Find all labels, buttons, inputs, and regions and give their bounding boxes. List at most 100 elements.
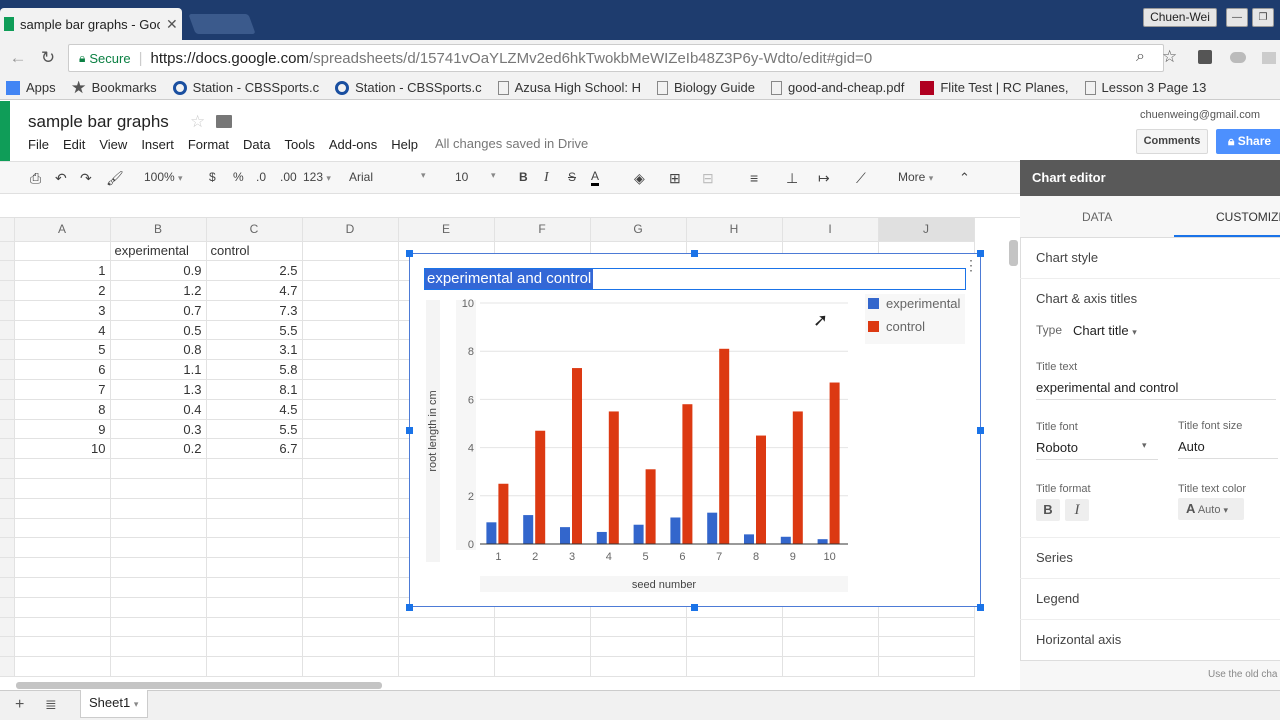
cell[interactable] xyxy=(302,300,399,321)
cell[interactable] xyxy=(206,597,303,618)
cell[interactable] xyxy=(782,636,879,658)
menu-data[interactable]: Data xyxy=(243,137,270,152)
tab-data[interactable]: DATA xyxy=(1082,210,1112,224)
more-button[interactable]: More ▾ xyxy=(898,170,933,184)
cell[interactable]: 3 xyxy=(14,300,111,321)
cell[interactable]: 0.8 xyxy=(110,339,207,361)
menu-help[interactable]: Help xyxy=(391,137,418,152)
section-series[interactable]: Series xyxy=(1036,550,1073,565)
row-header[interactable] xyxy=(0,438,15,460)
horizontal-align-icon[interactable]: ≡ xyxy=(750,170,758,186)
title-text-color-select[interactable]: A Auto ▾ xyxy=(1178,498,1244,520)
cell[interactable] xyxy=(14,577,111,598)
row-header[interactable] xyxy=(0,656,15,678)
row-header[interactable] xyxy=(0,379,15,400)
bold-button[interactable]: B xyxy=(519,170,528,184)
strikethrough-button[interactable]: S xyxy=(568,170,576,184)
redo-icon[interactable]: ↷ xyxy=(80,170,92,187)
more-formats-select[interactable]: 123 ▾ xyxy=(303,170,331,184)
cell[interactable]: 7.3 xyxy=(206,300,303,321)
cell[interactable] xyxy=(302,597,399,618)
folder-icon[interactable] xyxy=(216,115,232,128)
cell[interactable] xyxy=(302,458,399,480)
column-header[interactable]: A xyxy=(14,218,111,242)
cell[interactable] xyxy=(686,656,783,678)
resize-handle[interactable] xyxy=(406,250,413,257)
cell[interactable] xyxy=(878,636,975,658)
cell[interactable] xyxy=(206,636,303,658)
title-font-size-select[interactable]: Auto xyxy=(1178,439,1278,459)
cell[interactable]: 9 xyxy=(14,419,111,440)
column-header[interactable]: C xyxy=(206,218,303,242)
back-icon[interactable]: ← xyxy=(8,48,28,68)
cell[interactable] xyxy=(206,617,303,638)
cell[interactable] xyxy=(398,656,495,678)
all-sheets-icon[interactable]: ≣ xyxy=(45,696,57,713)
document-title[interactable]: sample bar graphs xyxy=(28,112,169,132)
cell[interactable] xyxy=(110,577,207,598)
cell[interactable] xyxy=(14,478,111,499)
row-header[interactable] xyxy=(0,617,15,638)
cell[interactable] xyxy=(206,537,303,559)
merge-cells-icon[interactable]: ⊟ xyxy=(702,170,714,187)
vertical-align-icon[interactable]: ⊥ xyxy=(786,170,798,187)
cell[interactable]: 5.5 xyxy=(206,419,303,440)
bookmark-item[interactable]: Station - CBSSports.c xyxy=(335,80,482,95)
cell[interactable] xyxy=(782,656,879,678)
cell[interactable] xyxy=(206,478,303,499)
cell[interactable] xyxy=(110,518,207,539)
extension-icon[interactable] xyxy=(1262,52,1276,64)
old-chart-editor-link[interactable]: Use the old cha xyxy=(1208,669,1278,680)
cell[interactable] xyxy=(110,656,207,678)
save-status[interactable]: All changes saved in Drive xyxy=(435,136,588,151)
cell[interactable]: 4.5 xyxy=(206,399,303,420)
bookmark-star-icon[interactable]: ☆ xyxy=(1162,47,1177,67)
menu-addons[interactable]: Add-ons xyxy=(329,137,377,152)
bookmark-item[interactable]: Station - CBSSports.c xyxy=(172,80,319,95)
cell[interactable] xyxy=(302,617,399,638)
comments-button[interactable]: Comments xyxy=(1136,129,1208,154)
cell[interactable] xyxy=(302,280,399,301)
bookmark-item[interactable]: good-and-cheap.pdf xyxy=(770,80,904,95)
cell[interactable]: 8.1 xyxy=(206,379,303,400)
cell[interactable] xyxy=(398,636,495,658)
title-italic-button[interactable]: I xyxy=(1065,499,1089,521)
type-select[interactable]: Chart title ▾ xyxy=(1073,323,1137,338)
cell[interactable] xyxy=(14,557,111,579)
cell[interactable] xyxy=(302,537,399,559)
cell[interactable]: 8 xyxy=(14,399,111,420)
cell[interactable]: 3.1 xyxy=(206,339,303,361)
vertical-scrollbar[interactable] xyxy=(1009,240,1018,266)
cell[interactable] xyxy=(206,518,303,539)
cell[interactable]: 1.2 xyxy=(110,280,207,301)
font-size-select[interactable]: 10 ▾ xyxy=(455,170,499,184)
row-header[interactable] xyxy=(0,339,15,361)
menu-insert[interactable]: Insert xyxy=(141,137,174,152)
cell[interactable]: 5 xyxy=(14,339,111,361)
cell[interactable]: 0.4 xyxy=(110,399,207,420)
new-tab-button[interactable] xyxy=(188,14,256,34)
omnibox[interactable]: 🔒︎ Secure | https://docs.google.com /spr… xyxy=(68,44,1164,72)
resize-handle[interactable] xyxy=(406,604,413,611)
cell[interactable] xyxy=(110,636,207,658)
font-select[interactable]: Arial ▾ xyxy=(349,170,429,184)
cell[interactable] xyxy=(590,636,687,658)
title-bold-button[interactable]: B xyxy=(1036,499,1060,521)
row-header[interactable] xyxy=(0,498,15,519)
resize-handle[interactable] xyxy=(406,427,413,434)
cell[interactable]: 1.3 xyxy=(110,379,207,400)
currency-button[interactable]: $ xyxy=(209,170,216,184)
menu-view[interactable]: View xyxy=(99,137,127,152)
cell[interactable] xyxy=(590,656,687,678)
cell[interactable] xyxy=(302,379,399,400)
resize-handle[interactable] xyxy=(691,250,698,257)
cell[interactable]: 4 xyxy=(14,320,111,341)
cell[interactable] xyxy=(302,399,399,420)
column-header[interactable]: H xyxy=(686,218,783,242)
cell[interactable]: 0.9 xyxy=(110,260,207,282)
bookmark-item[interactable]: Lesson 3 Page 13 xyxy=(1084,80,1206,95)
row-header[interactable] xyxy=(0,636,15,658)
cell[interactable] xyxy=(14,597,111,618)
row-header[interactable] xyxy=(0,458,15,480)
add-sheet-icon[interactable]: + xyxy=(15,696,24,714)
